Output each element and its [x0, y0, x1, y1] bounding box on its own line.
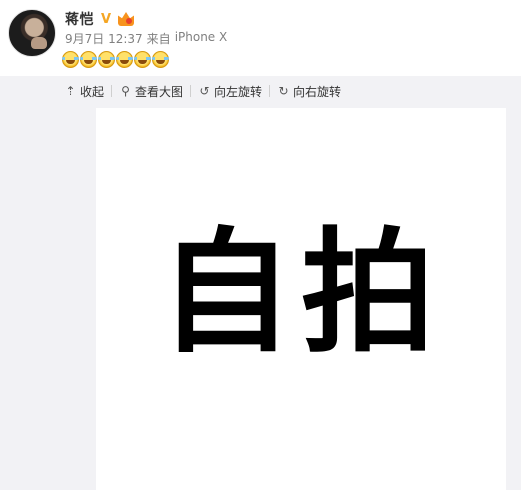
laugh-cry-emoji-icon — [80, 51, 97, 68]
laugh-cry-emoji-icon — [98, 51, 115, 68]
collapse-button[interactable]: ⇡ 收起 — [64, 83, 104, 100]
laugh-cry-emoji-icon — [62, 51, 79, 68]
user-row: 蒋恺 V — [65, 9, 134, 29]
rotate-left-label: 向左旋转 — [214, 84, 263, 99]
avatar-hand-shape — [31, 37, 47, 49]
rotate-right-label: 向右旋转 — [293, 84, 342, 99]
username[interactable]: 蒋恺 — [65, 9, 94, 29]
toolbar-divider — [269, 85, 271, 97]
laugh-cry-emoji-icon — [116, 51, 133, 68]
toolbar-divider — [190, 85, 192, 97]
post-header: 蒋恺 V 9月7日 12:37 来自 iPhone X — [0, 0, 521, 76]
avatar[interactable] — [8, 9, 56, 57]
vip-member-icon[interactable] — [118, 12, 134, 26]
post-source: iPhone X — [174, 30, 228, 44]
badge-dot — [126, 18, 132, 24]
laugh-cry-emoji-icon — [152, 51, 169, 68]
post-timestamp[interactable]: 9月7日 12:37 — [65, 30, 143, 46]
view-large-button[interactable]: ⚲ 查看大图 — [119, 83, 183, 100]
verified-icon[interactable]: V — [99, 12, 113, 27]
collapse-label: 收起 — [80, 84, 105, 99]
rotate-left-button[interactable]: ↺ 向左旋转 — [198, 83, 263, 100]
search-icon: ⚲ — [121, 84, 130, 98]
view-large-label: 查看大图 — [135, 84, 184, 99]
rotate-left-icon: ↺ — [199, 84, 210, 98]
expanded-photo[interactable]: 自拍 — [96, 108, 506, 490]
toolbar-divider — [111, 85, 113, 97]
photo-text: 自拍 — [158, 215, 443, 371]
media-toolbar: ⇡ 收起 ⚲ 查看大图 ↺ 向左旋转 ↻ 向右旋转 — [64, 81, 341, 101]
media-panel: ⇡ 收起 ⚲ 查看大图 ↺ 向左旋转 ↻ 向右旋转 自拍 — [0, 76, 521, 490]
post-content-emojis — [62, 51, 169, 71]
source-prefix: 来自 — [146, 32, 171, 46]
collapse-arrow-icon: ⇡ — [65, 84, 76, 98]
rotate-right-icon: ↻ — [278, 84, 289, 98]
laugh-cry-emoji-icon — [134, 51, 151, 68]
post-meta: 9月7日 12:37 来自 iPhone X — [65, 30, 227, 46]
rotate-right-button[interactable]: ↻ 向右旋转 — [277, 83, 342, 100]
